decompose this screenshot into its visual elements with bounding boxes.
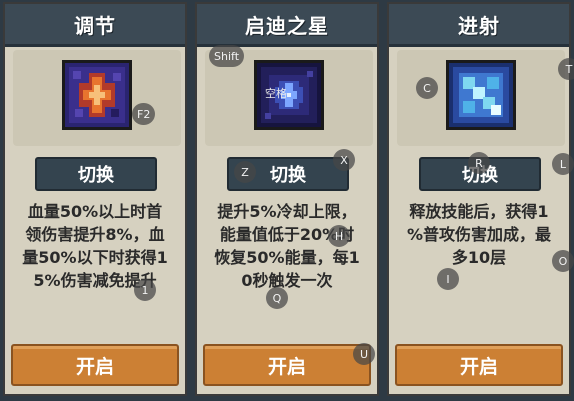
card-title: 调节 — [74, 13, 116, 38]
open-button[interactable]: 开启 — [395, 344, 563, 386]
red-cross-skill-icon — [62, 60, 132, 130]
card-title-bar: 调节 — [5, 4, 185, 47]
skill-art-panel — [13, 50, 181, 146]
key-hint-x: X — [333, 149, 355, 171]
space-key-label: 空格 — [265, 87, 287, 100]
key-hint-z: Z — [234, 161, 256, 183]
key-hint-h: H — [328, 225, 350, 247]
skill-description: 提升5%冷却上限， 能量值低于20%时 恢复50%能量，每1 0秒触发一次 — [214, 202, 360, 290]
open-label: 开启 — [75, 355, 114, 378]
skill-description: 血量50%以上时首 领伤害提升8%，血 量50%以下时获得1 5%伤害减免提升 — [22, 202, 168, 290]
skill-card-3: 进射 切换 释放技能后，获得1 %普攻伤害加成，最 多10层 开启 — [387, 2, 571, 396]
key-hint-shift: Shift — [209, 45, 245, 67]
key-hint-l: L — [552, 153, 574, 175]
blue-star-skill-icon: 空格 — [254, 60, 324, 130]
switch-label: 切换 — [78, 165, 114, 186]
card-title: 启迪之星 — [245, 13, 329, 38]
key-hint-t: T — [558, 58, 574, 80]
key-hint-c: C — [416, 77, 438, 99]
switch-label: 切换 — [270, 165, 306, 186]
card-title-bar: 进射 — [389, 4, 569, 47]
skill-card-1: 调节 切换 血量50%以上时首 领伤害提升8%，血 量50%以下时获得1 5%伤… — [3, 2, 187, 396]
open-label: 开启 — [459, 355, 498, 378]
key-hint-f2: F2 — [132, 103, 156, 125]
skill-description: 释放技能后，获得1 %普攻伤害加成，最 多10层 — [406, 202, 552, 267]
key-hint-i: I — [437, 268, 459, 290]
open-button[interactable]: 开启 — [203, 344, 371, 386]
switch-button[interactable]: 切换 — [35, 157, 157, 191]
card-title: 进射 — [458, 13, 500, 38]
key-hint-1: 1 — [134, 279, 156, 301]
key-hint-u: U — [353, 343, 375, 365]
key-hint-q: Q — [266, 287, 288, 309]
card-title-bar: 启迪之星 — [197, 4, 377, 47]
key-hint-o: O — [552, 250, 574, 272]
cyan-arrow-skill-icon — [446, 60, 516, 130]
open-button[interactable]: 开启 — [11, 344, 179, 386]
open-label: 开启 — [267, 355, 306, 378]
key-hint-r: R — [468, 152, 490, 174]
